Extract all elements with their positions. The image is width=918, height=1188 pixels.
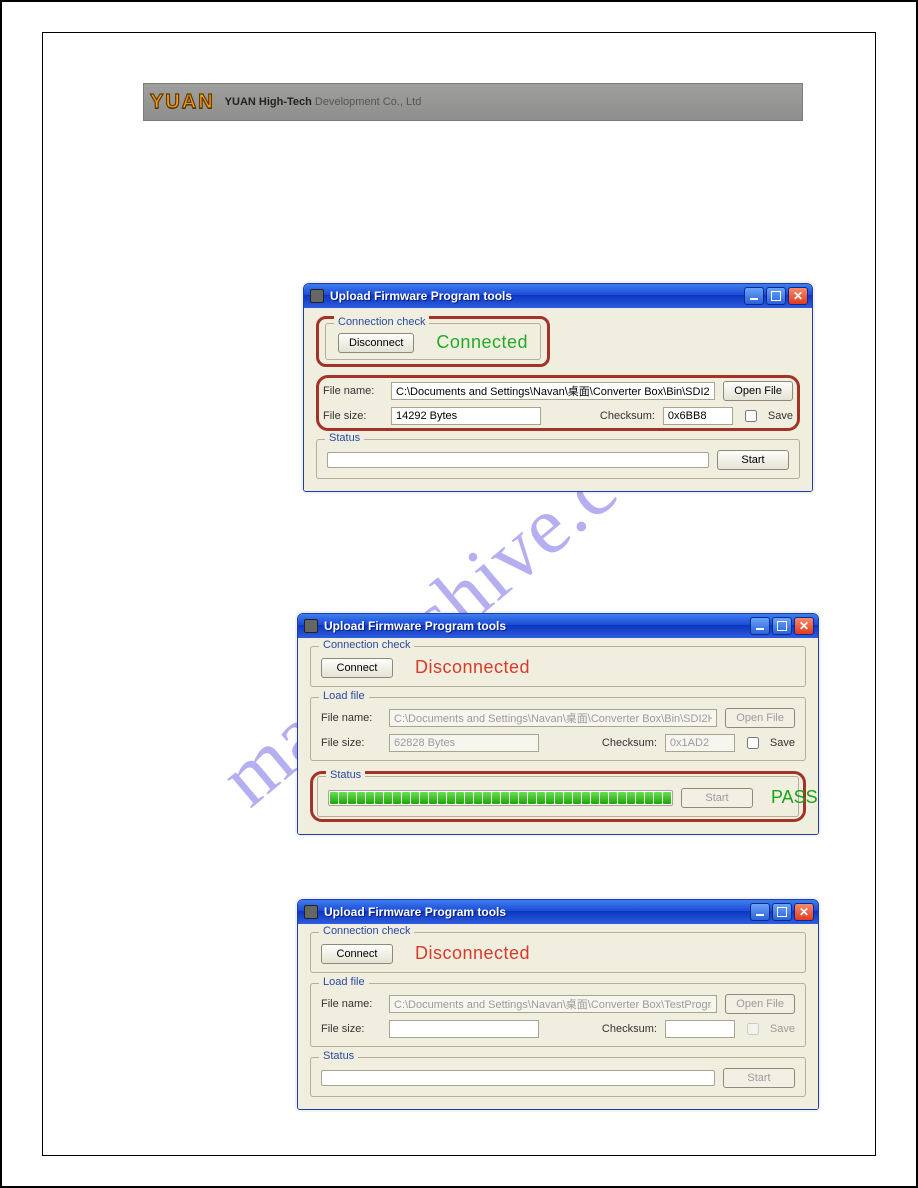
loadfile-legend: Load file: [319, 690, 369, 702]
connect-button[interactable]: Connect: [321, 658, 393, 678]
loadfile-legend: Load file: [319, 976, 369, 988]
minimize-button[interactable]: [750, 903, 770, 921]
close-button[interactable]: ✕: [794, 903, 814, 921]
firmware-window-1: Upload Firmware Program tools ✕ Connecti…: [303, 283, 813, 492]
page-inner-border: manualshive.com YUAN YUAN High-Tech Deve…: [42, 32, 876, 1156]
titlebar[interactable]: Upload Firmware Program tools ✕: [304, 284, 812, 308]
window-title: Upload Firmware Program tools: [330, 289, 744, 303]
filename-input: [389, 995, 717, 1013]
open-file-button: Open File: [725, 708, 795, 728]
filesize-label: File size:: [321, 1023, 381, 1035]
loadfile-highlight: File name: Open File File size: Checksum…: [316, 375, 800, 431]
start-button[interactable]: Start: [717, 450, 789, 470]
checksum-input[interactable]: [665, 1020, 735, 1038]
document-page: manualshive.com YUAN YUAN High-Tech Deve…: [0, 0, 918, 1188]
save-label: Save: [770, 737, 795, 749]
pass-status: PASS: [771, 787, 818, 808]
progress-bar: [327, 452, 709, 468]
filesize-input[interactable]: [391, 407, 541, 425]
status-legend: Status: [319, 1050, 358, 1062]
window-title: Upload Firmware Program tools: [324, 619, 750, 633]
connection-status: Connected: [436, 332, 528, 353]
doc-header: YUAN YUAN High-Tech Development Co., Ltd: [143, 83, 803, 121]
company-name: YUAN High-Tech Development Co., Ltd: [225, 96, 422, 108]
filename-input: [389, 709, 717, 727]
minimize-button[interactable]: [744, 287, 764, 305]
status-legend: Status: [325, 432, 364, 444]
titlebar[interactable]: Upload Firmware Program tools ✕: [298, 900, 818, 924]
firmware-window-3: Upload Firmware Program tools ✕ Connecti…: [297, 899, 819, 1110]
app-icon: [304, 905, 318, 919]
company-name-bold: YUAN High-Tech: [225, 96, 312, 108]
filesize-label: File size:: [321, 737, 381, 749]
open-file-button[interactable]: Open File: [723, 381, 793, 401]
titlebar[interactable]: Upload Firmware Program tools ✕: [298, 614, 818, 638]
filesize-input: [389, 734, 539, 752]
checksum-label: Checksum:: [597, 737, 657, 749]
yuan-logo: YUAN: [150, 91, 215, 114]
open-file-button: Open File: [725, 994, 795, 1014]
start-button: Start: [681, 788, 753, 808]
checksum-label: Checksum:: [595, 410, 655, 422]
save-checkbox: [747, 1023, 759, 1035]
checksum-input: [665, 734, 735, 752]
app-icon: [310, 289, 324, 303]
close-button[interactable]: ✕: [794, 617, 814, 635]
status-highlight: Status Start PASS: [310, 771, 806, 822]
filesize-input[interactable]: [389, 1020, 539, 1038]
start-button: Start: [723, 1068, 795, 1088]
connection-legend: Connection check: [319, 925, 414, 937]
close-button[interactable]: ✕: [788, 287, 808, 305]
filename-label: File name:: [321, 998, 381, 1010]
filename-input[interactable]: [391, 382, 715, 400]
connection-legend: Connection check: [334, 316, 429, 328]
progress-bar: [328, 790, 673, 806]
filesize-label: File size:: [323, 410, 383, 422]
save-checkbox[interactable]: [747, 737, 759, 749]
minimize-button[interactable]: [750, 617, 770, 635]
connection-highlight: Connection check Disconnect Connected: [316, 316, 550, 367]
progress-bar: [321, 1070, 715, 1086]
company-name-light: Development Co., Ltd: [312, 96, 421, 108]
connect-button[interactable]: Connect: [321, 944, 393, 964]
filename-label: File name:: [323, 385, 383, 397]
connection-status: Disconnected: [415, 657, 530, 678]
connection-status: Disconnected: [415, 943, 530, 964]
filename-label: File name:: [321, 712, 381, 724]
disconnect-button[interactable]: Disconnect: [338, 333, 414, 353]
status-legend: Status: [326, 769, 365, 781]
maximize-button[interactable]: [772, 903, 792, 921]
checksum-input[interactable]: [663, 407, 733, 425]
save-label: Save: [770, 1023, 795, 1035]
window-title: Upload Firmware Program tools: [324, 905, 750, 919]
maximize-button[interactable]: [766, 287, 786, 305]
save-checkbox[interactable]: [745, 410, 757, 422]
app-icon: [304, 619, 318, 633]
firmware-window-2: Upload Firmware Program tools ✕ Connecti…: [297, 613, 819, 835]
checksum-label: Checksum:: [597, 1023, 657, 1035]
maximize-button[interactable]: [772, 617, 792, 635]
connection-legend: Connection check: [319, 639, 414, 651]
save-label: Save: [768, 410, 793, 422]
